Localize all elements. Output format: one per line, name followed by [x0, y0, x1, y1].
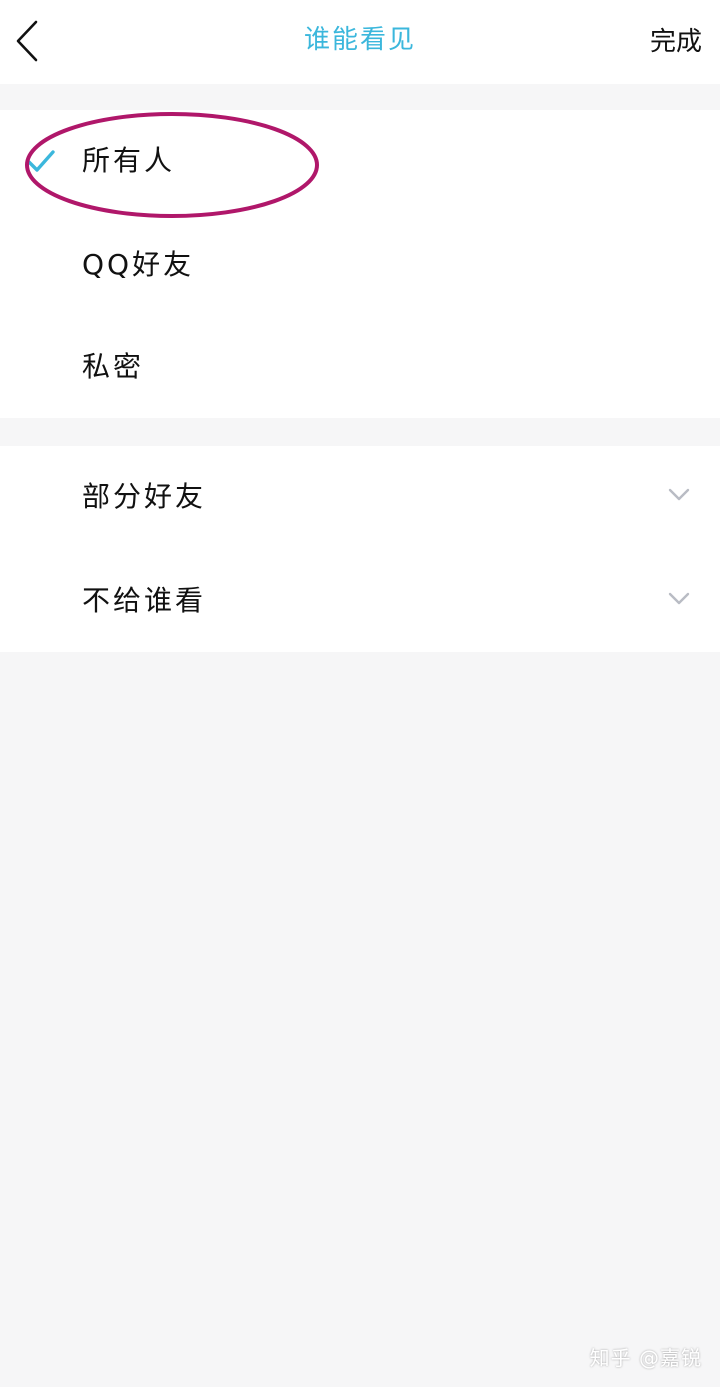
chevron-down-icon	[668, 592, 690, 605]
check-icon	[27, 150, 55, 172]
page-title: 谁能看见	[303, 25, 416, 55]
option-everyone[interactable]: 所有人	[0, 110, 720, 212]
option-qq-friends[interactable]: QQ好友	[0, 214, 720, 316]
option-label: QQ好友	[82, 248, 195, 281]
back-button[interactable]	[8, 16, 48, 66]
visibility-options-list: 所有人 QQ好友 私密	[0, 110, 720, 418]
option-hide-from[interactable]: 不给谁看	[0, 550, 720, 652]
top-bar: 谁能看见 完成	[0, 0, 720, 84]
group-options-list: 部分好友 不给谁看	[0, 446, 720, 652]
option-private[interactable]: 私密	[0, 316, 720, 418]
chevron-down-icon	[668, 488, 690, 501]
option-some-friends[interactable]: 部分好友	[0, 446, 720, 548]
chevron-left-icon	[16, 20, 38, 62]
watermark: 知乎 @嘉锐	[589, 1346, 702, 1370]
done-button[interactable]: 完成	[650, 0, 702, 84]
option-label: 私密	[82, 350, 145, 383]
option-label: 部分好友	[82, 480, 207, 513]
option-label: 不给谁看	[82, 584, 207, 617]
option-label: 所有人	[82, 144, 176, 177]
